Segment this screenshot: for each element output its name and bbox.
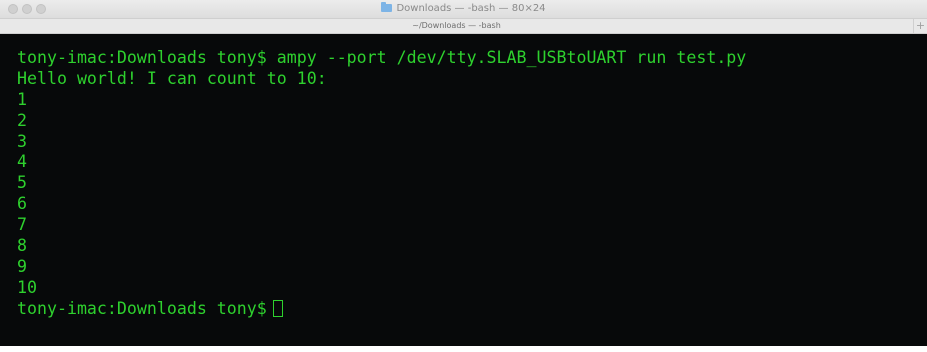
tab-bash[interactable]: ~/Downloads — -bash xyxy=(0,19,914,33)
output-line: 2 xyxy=(17,110,27,130)
command-line: tony-imac:Downloads tony$ ampy --port /d… xyxy=(17,48,747,67)
output-line: 10 xyxy=(17,277,37,297)
shell-prompt: tony-imac:Downloads tony$ xyxy=(17,298,267,318)
folder-icon xyxy=(381,2,393,12)
output-line: 6 xyxy=(17,194,27,214)
terminal-window: Downloads — -bash — 80×24 ~/Downloads — … xyxy=(0,0,927,352)
window-bottom-edge xyxy=(0,346,927,352)
text-cursor xyxy=(272,299,283,317)
output-line: 1 xyxy=(17,89,27,109)
output-line: 7 xyxy=(17,215,27,235)
output-line: 4 xyxy=(17,152,27,172)
prompt-line[interactable]: tony-imac:Downloads tony$ xyxy=(17,299,927,320)
output-line: 5 xyxy=(17,173,27,193)
tab-bar: ~/Downloads — -bash + xyxy=(0,19,927,34)
window-title: Downloads — -bash — 80×24 xyxy=(0,2,927,16)
terminal-output[interactable]: tony-imac:Downloads tony$ ampy --port /d… xyxy=(0,34,927,346)
output-line: Hello world! I can count to 10: xyxy=(17,68,327,88)
window-title-text: Downloads — -bash — 80×24 xyxy=(396,3,546,14)
output-line: 3 xyxy=(17,131,27,151)
output-line: 8 xyxy=(17,236,27,256)
title-bar[interactable]: Downloads — -bash — 80×24 xyxy=(0,0,927,19)
new-tab-button[interactable]: + xyxy=(914,19,927,33)
output-line: 9 xyxy=(17,256,27,276)
